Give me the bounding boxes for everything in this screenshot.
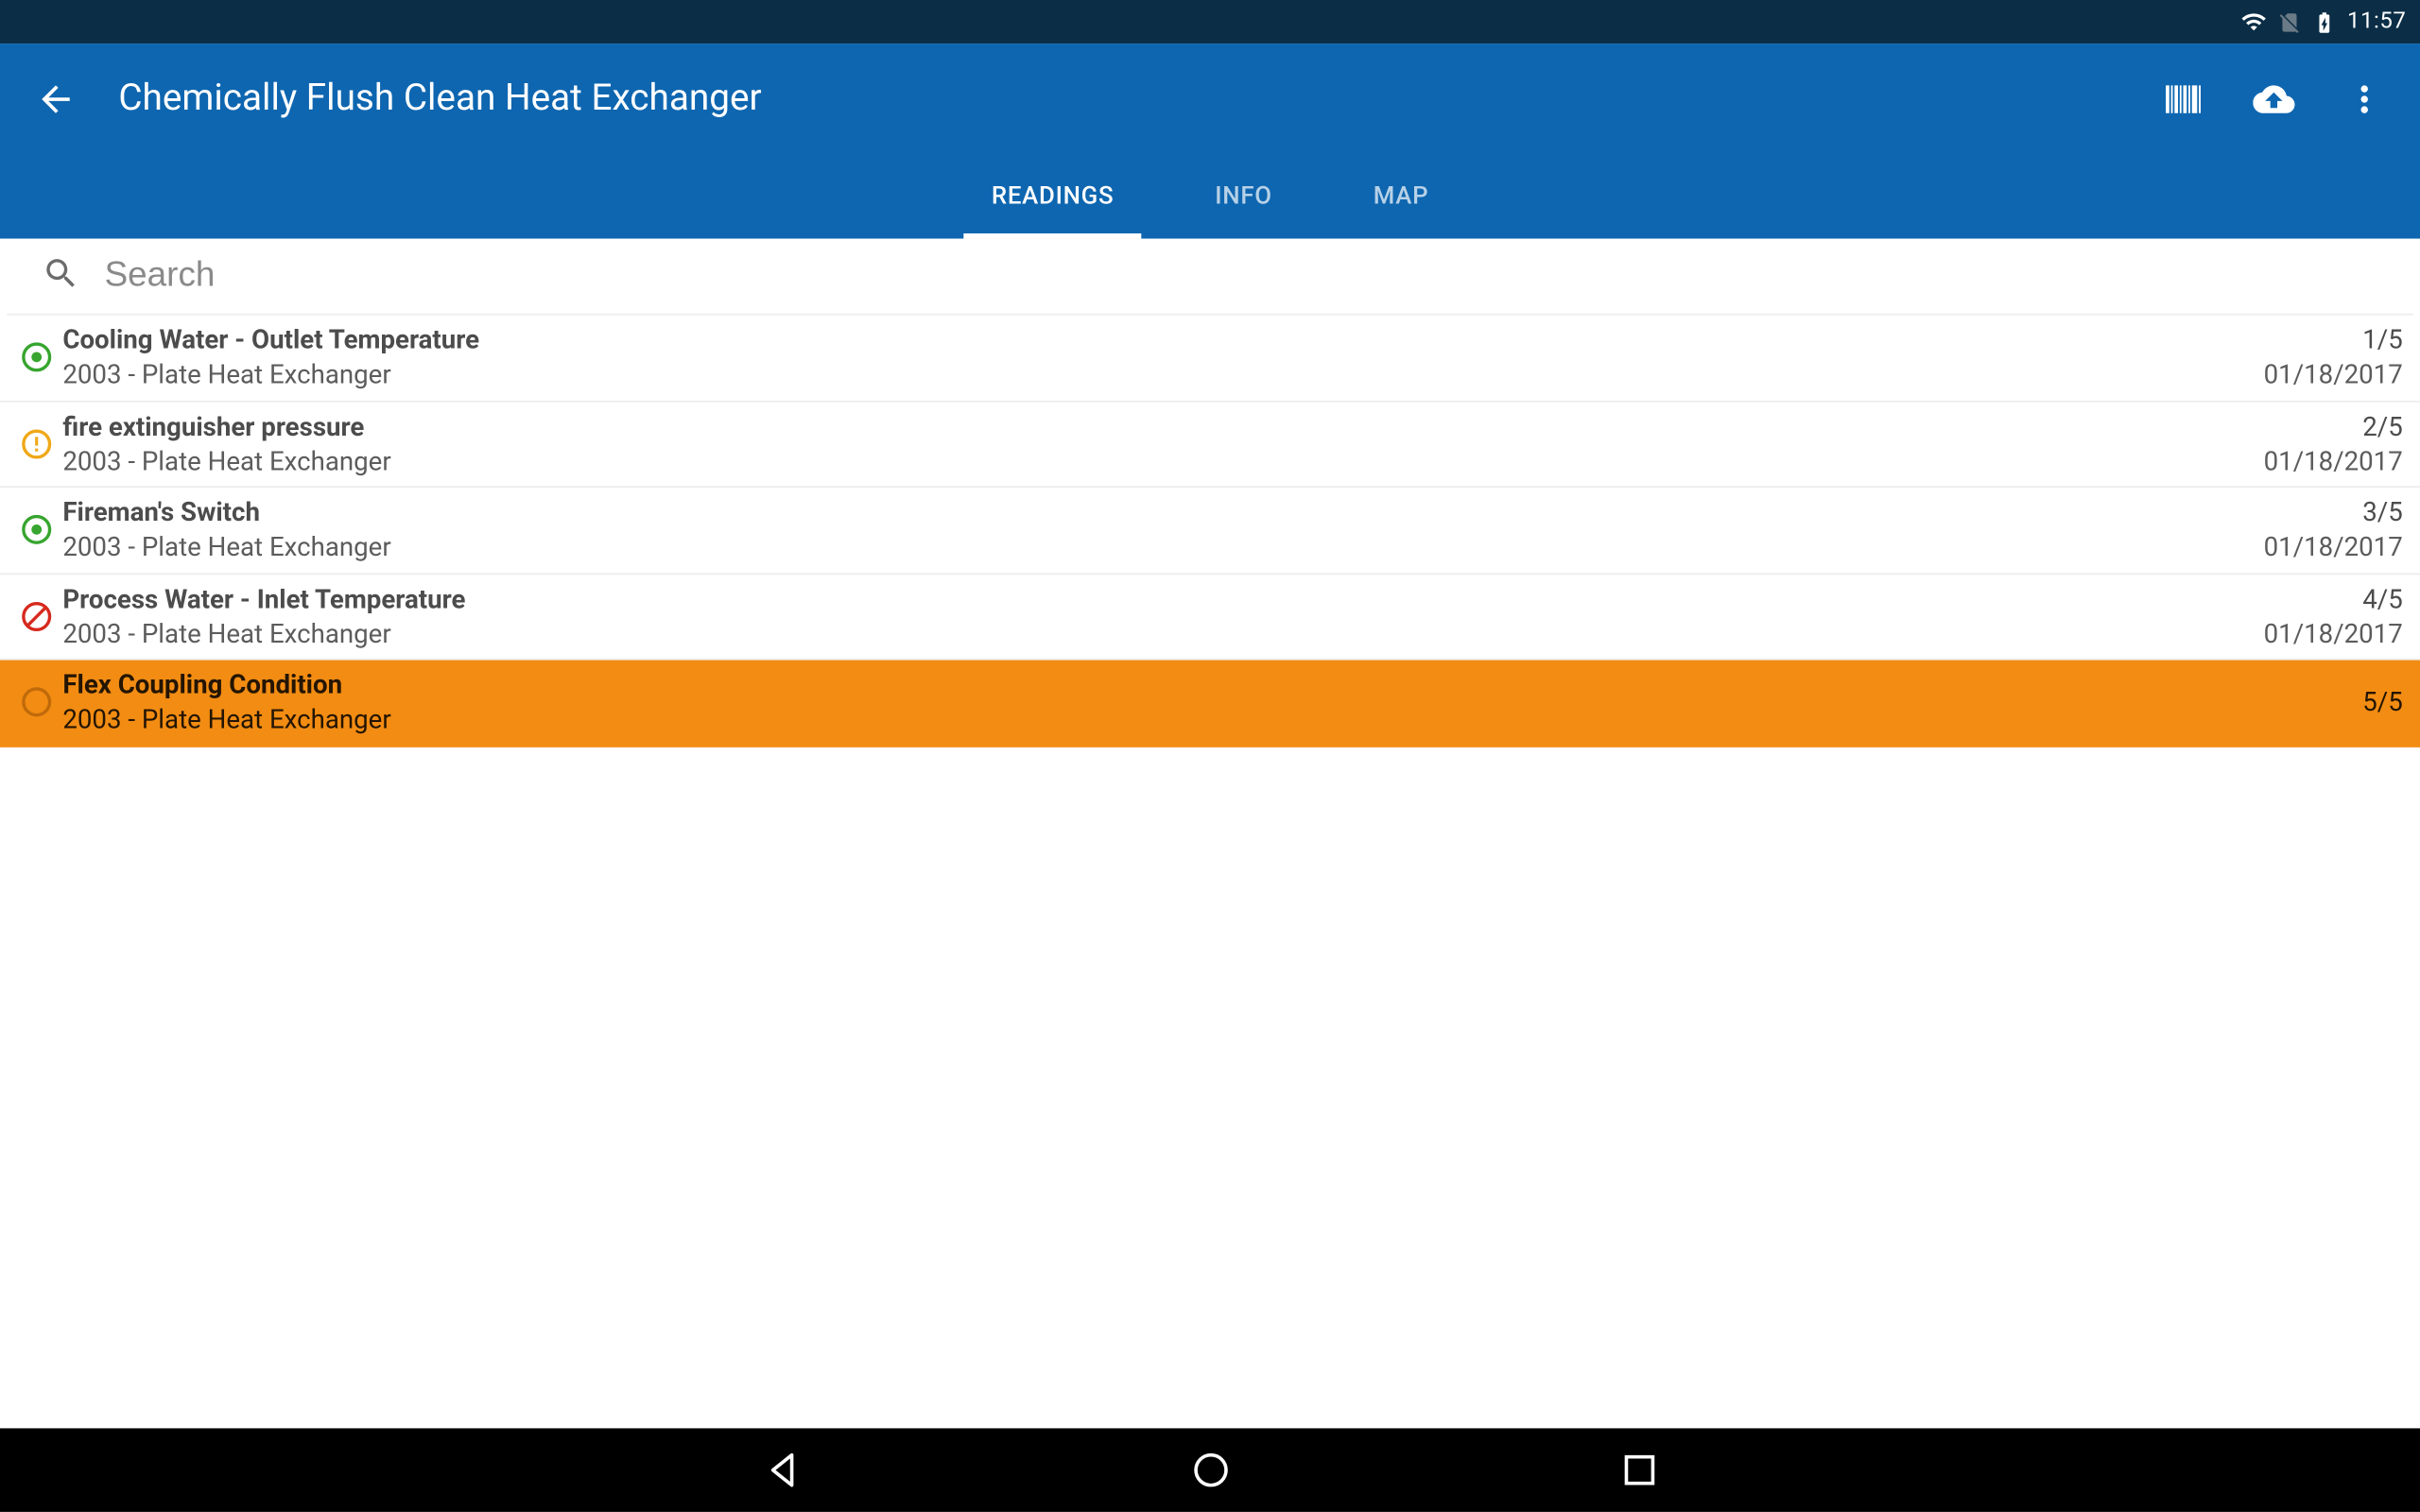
tab-info[interactable]: INFO: [1187, 155, 1301, 238]
reading-count: 3/5: [2362, 494, 2403, 529]
reading-row[interactable]: Fireman's Switch 2003 - Plate Heat Excha…: [0, 488, 2420, 574]
cloud-upload-button[interactable]: [2253, 78, 2294, 120]
tab-label: MAP: [1374, 183, 1429, 211]
reading-count: 1/5: [2362, 322, 2403, 357]
tab-bar: READINGS INFO MAP: [0, 155, 2420, 238]
reading-subtitle: 2003 - Plate Heat Exchanger: [62, 444, 2263, 479]
tab-label: READINGS: [992, 183, 1115, 211]
battery-charging-icon: [2312, 9, 2337, 34]
overflow-menu-button[interactable]: [2343, 78, 2385, 120]
no-sim-icon: [2277, 9, 2302, 34]
reading-title: Process Water - Inlet Temperature: [62, 581, 2263, 616]
reading-title: Flex Coupling Condition: [62, 667, 2362, 702]
back-button[interactable]: [35, 78, 77, 120]
nav-recent-button[interactable]: [1616, 1448, 1662, 1493]
reading-date: 01/18/2017: [2264, 444, 2403, 479]
android-navbar: [0, 1428, 2420, 1511]
reading-date: 01/18/2017: [2264, 616, 2403, 651]
reading-title: Fireman's Switch: [62, 494, 2263, 529]
reading-count: 4/5: [2362, 581, 2403, 616]
status-ok-icon: [10, 340, 62, 375]
wifi-icon: [2241, 9, 2268, 35]
tab-map[interactable]: MAP: [1345, 155, 1457, 238]
nav-back-button[interactable]: [759, 1448, 804, 1493]
reading-title: fire extinguisher pressure: [62, 408, 2263, 443]
reading-subtitle: 2003 - Plate Heat Exchanger: [62, 616, 2263, 651]
readings-list: Cooling Water - Outlet Temperature 2003 …: [0, 316, 2420, 747]
reading-title: Cooling Water - Outlet Temperature: [62, 322, 2263, 357]
barcode-button[interactable]: [2162, 78, 2204, 120]
reading-subtitle: 2003 - Plate Heat Exchanger: [62, 530, 2263, 565]
reading-date: 01/18/2017: [2264, 530, 2403, 565]
reading-row[interactable]: Flex Coupling Condition 2003 - Plate Hea…: [0, 661, 2420, 747]
tab-label: INFO: [1215, 183, 1272, 211]
reading-row[interactable]: fire extinguisher pressure 2003 - Plate …: [0, 402, 2420, 488]
reading-row[interactable]: Cooling Water - Outlet Temperature 2003 …: [0, 316, 2420, 402]
page-title: Chemically Flush Clean Heat Exchanger: [118, 78, 2120, 120]
reading-count: 2/5: [2362, 408, 2403, 443]
nav-home-button[interactable]: [1187, 1448, 1233, 1493]
status-warn-icon: [10, 426, 62, 461]
reading-date: 01/18/2017: [2264, 357, 2403, 392]
reading-count: 5/5: [2362, 685, 2403, 720]
search-bar[interactable]: [7, 239, 2412, 316]
status-ok-icon: [10, 512, 62, 547]
search-icon: [42, 253, 80, 299]
status-blocked-icon: [10, 599, 62, 634]
reading-subtitle: 2003 - Plate Heat Exchanger: [62, 702, 2362, 737]
tab-readings[interactable]: READINGS: [963, 155, 1141, 238]
android-statusbar: 11:57: [0, 0, 2420, 43]
status-pending-icon: [10, 685, 62, 720]
appbar: Chemically Flush Clean Heat Exchanger RE…: [0, 43, 2420, 238]
status-clock: 11:57: [2347, 9, 2406, 35]
search-input[interactable]: [105, 256, 2378, 296]
reading-subtitle: 2003 - Plate Heat Exchanger: [62, 357, 2263, 392]
reading-row[interactable]: Process Water - Inlet Temperature 2003 -…: [0, 574, 2420, 660]
